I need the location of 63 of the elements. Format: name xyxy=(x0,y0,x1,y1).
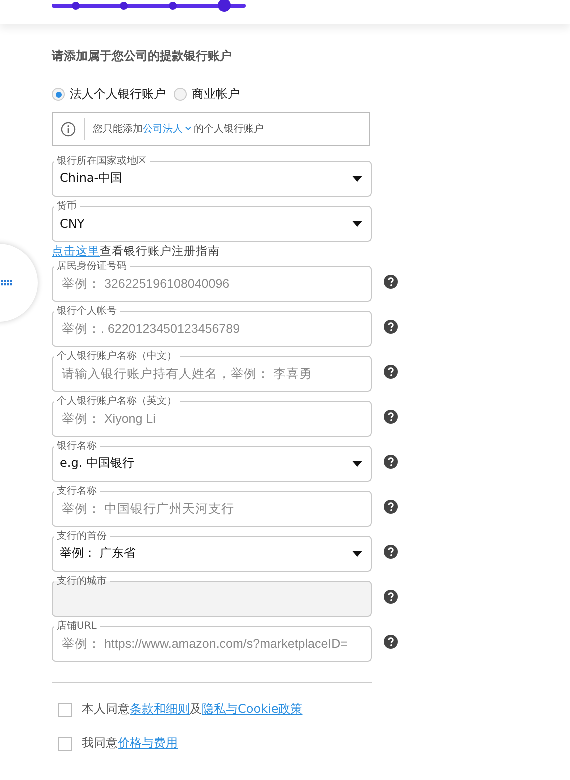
section-heading: 请添加属于您公司的提款银行账户 xyxy=(52,48,233,65)
form-field[interactable]: 个人银行账户名称（中文） 请输入银行账户持有人姓名，举例： 李喜勇 xyxy=(52,351,372,392)
field-label: 个人银行账户名称（英文） xyxy=(56,396,178,407)
form-field[interactable]: 银行名称 e.g. 中国银行 xyxy=(52,441,372,482)
click-here-link[interactable]: 点击这里 xyxy=(52,244,100,258)
text-input[interactable]: 举例： Xiyong Li xyxy=(62,412,363,426)
field-label: 居民身份证号码 xyxy=(56,261,128,272)
guide-text: 点击这里查看银行账户注册指南 xyxy=(52,244,221,259)
help-icon[interactable] xyxy=(384,320,398,334)
checkbox[interactable] xyxy=(58,736,72,750)
field-label: 银行名称 xyxy=(56,441,98,452)
field-label: 银行所在国家或地区 xyxy=(56,156,148,167)
form-field[interactable]: 货币 CNY xyxy=(52,201,372,242)
policy-link[interactable]: 价格与费用 xyxy=(118,736,178,750)
checkbox[interactable] xyxy=(58,702,72,716)
field-label: 个人银行账户名称（中文） xyxy=(56,351,178,362)
agreement-text: 我同意价格与费用 xyxy=(82,735,178,752)
dropdown-caret-icon xyxy=(352,550,363,556)
radio-label[interactable]: 法人个人银行账户 xyxy=(70,86,166,103)
help-icon[interactable] xyxy=(384,634,398,648)
radio-label[interactable]: 商业帐户 xyxy=(192,86,240,103)
notice-text: 您只能添加公司法人 的个人银行账户 xyxy=(93,122,264,136)
field-value: e.g. 中国银行 xyxy=(60,455,136,472)
radio-button[interactable] xyxy=(52,88,65,101)
form-field[interactable]: 个人银行账户名称（英文） 举例： Xiyong Li xyxy=(52,396,372,437)
field-label: 货币 xyxy=(56,201,78,212)
policy-link[interactable]: 隐私与Cookie政策 xyxy=(202,702,303,716)
dropdown-caret-icon xyxy=(352,220,363,226)
field-label: 支行的城市 xyxy=(56,576,108,587)
text-input[interactable]: 举例：. 6220123450123456789 xyxy=(62,322,363,336)
legal-person-link[interactable]: 公司法人 xyxy=(143,124,194,135)
policy-link[interactable]: 条款和细则 xyxy=(130,702,190,716)
dropdown-caret-icon xyxy=(352,176,363,182)
form-field[interactable]: 居民身份证号码 举例： 326225196108040096 xyxy=(52,261,372,302)
text-input[interactable]: 请输入银行账户持有人姓名，举例： 李喜勇 xyxy=(62,366,363,380)
field-value: CNY xyxy=(60,216,86,230)
help-icon[interactable] xyxy=(384,590,398,604)
info-icon xyxy=(61,122,76,136)
field-value: China-中国 xyxy=(60,170,124,187)
text-input[interactable]: 举例： 326225196108040096 xyxy=(62,276,363,290)
form-field[interactable]: 银行所在国家或地区 China-中国 xyxy=(52,156,372,197)
help-icon[interactable] xyxy=(384,364,398,378)
radio-button[interactable] xyxy=(174,88,187,101)
field-value: 举例： 广东省 xyxy=(60,545,137,562)
form-field[interactable]: 店铺URL 举例： https://www.amazon.com/s?marketplaceID= xyxy=(52,621,372,662)
form-field[interactable]: 支行名称 举例： 中国银行广州天河支行 xyxy=(52,486,372,527)
help-icon[interactable] xyxy=(384,500,398,514)
chevron-down-icon xyxy=(185,126,192,131)
text-input[interactable]: 举例： https://www.amazon.com/s?marketplaceID= xyxy=(62,636,363,650)
form-field[interactable]: 银行个人帐号 举例：. 6220123450123456789 xyxy=(52,306,372,347)
field-label: 支行名称 xyxy=(56,486,98,497)
help-icon[interactable] xyxy=(384,274,398,288)
form-field[interactable]: 支行的首份 举例： 广东省 xyxy=(52,531,372,572)
field-label: 银行个人帐号 xyxy=(56,306,118,317)
field-label: 支行的首份 xyxy=(56,531,108,542)
dropdown-caret-icon xyxy=(352,460,363,466)
help-icon[interactable] xyxy=(384,410,398,424)
help-icon[interactable] xyxy=(384,454,398,468)
agreement-text: 本人同意条款和细则及隐私与Cookie政策 xyxy=(82,701,303,718)
help-icon[interactable] xyxy=(384,544,398,558)
grid-dots-icon xyxy=(1,280,13,287)
field-label: 店铺URL xyxy=(56,621,98,632)
text-input[interactable]: 举例： 中国银行广州天河支行 xyxy=(62,502,363,516)
